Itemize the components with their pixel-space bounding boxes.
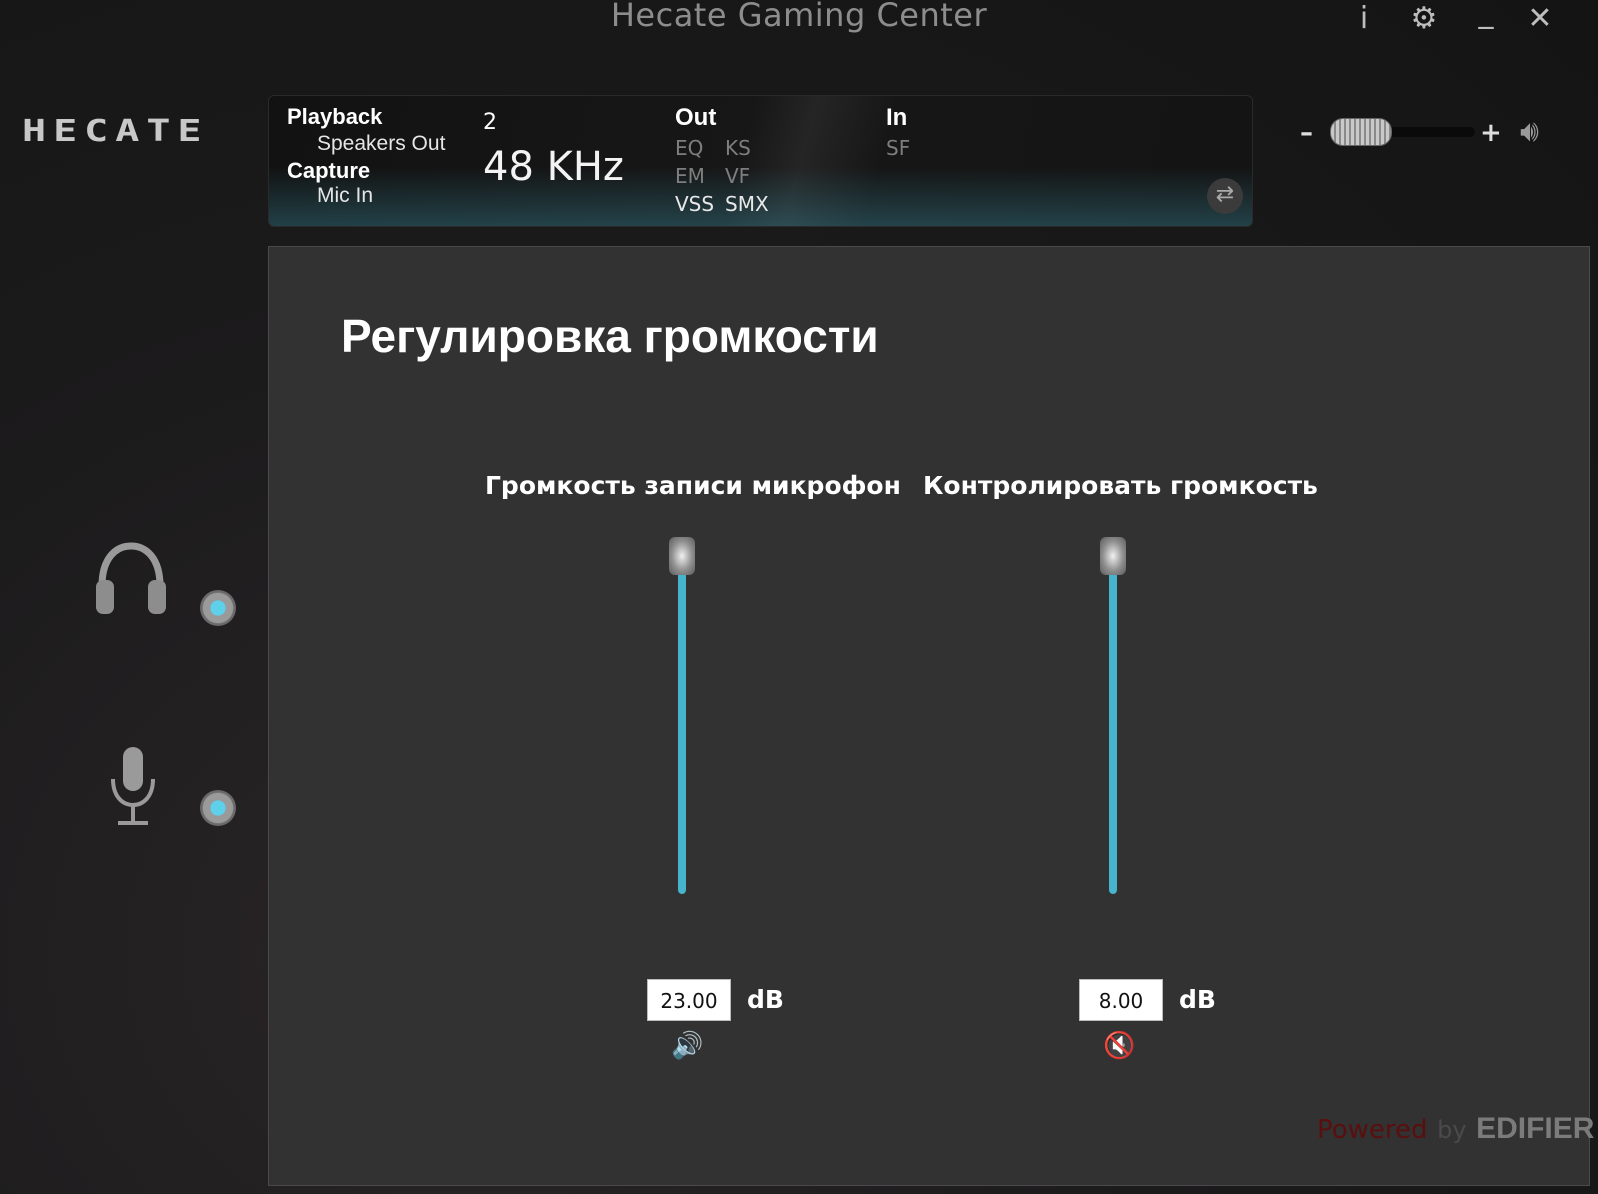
powered-text: Powered [1317, 1115, 1428, 1145]
swap-arrows-icon[interactable]: ⇄ [1207, 178, 1243, 214]
monitor-volume-label: Контролировать громкость [923, 471, 1318, 500]
out-effects-label: Out [675, 104, 717, 131]
monitor-volume-thumb[interactable] [1100, 537, 1126, 575]
monitor-volume-track[interactable] [1109, 539, 1117, 894]
edifier-logo: EDIFIER [1476, 1112, 1595, 1145]
minimize-button[interactable]: _ [1468, 0, 1504, 30]
device-info-panel: Playback Speakers Out Capture Mic In 2 4… [268, 95, 1253, 227]
effect-smx[interactable]: SMX [725, 192, 769, 216]
master-volume-thumb[interactable] [1330, 118, 1392, 146]
speaker-icon[interactable]: 🔊︎ [1520, 114, 1539, 149]
effect-vf[interactable]: VF [725, 164, 750, 188]
capture-label: Capture [287, 158, 371, 183]
info-button[interactable]: i [1346, 2, 1382, 36]
close-button[interactable]: ✕ [1522, 2, 1558, 36]
panel-title: Регулировка громкости [341, 310, 879, 362]
headphones-jack-indicator[interactable] [200, 590, 236, 626]
mic-recording-volume-thumb[interactable] [669, 537, 695, 575]
monitor-volume-input[interactable]: 8.00 [1079, 979, 1163, 1021]
in-effects-label: In [886, 104, 908, 131]
hecate-logo: HECATE [22, 113, 209, 149]
volume-control-panel: Регулировка громкости Громкость записи м… [268, 246, 1594, 1186]
sample-rate: 48 KHz [483, 144, 624, 190]
speaker-icon[interactable]: 🔊 [671, 1031, 703, 1061]
effect-em[interactable]: EM [675, 164, 705, 188]
by-text: by [1437, 1116, 1467, 1144]
volume-plus-icon[interactable]: + [1480, 118, 1502, 148]
mic-recording-volume-label: Громкость записи микрофон [485, 471, 901, 500]
db-unit-label: dB [1179, 985, 1216, 1014]
capture-device[interactable]: Mic In [317, 184, 373, 208]
playback-device[interactable]: Speakers Out [317, 132, 445, 156]
db-unit-label: dB [747, 985, 784, 1014]
effect-eq[interactable]: EQ [675, 136, 703, 160]
settings-button[interactable]: ⚙ [1406, 2, 1442, 36]
mic-recording-volume-input[interactable]: 23.00 [647, 979, 731, 1021]
volume-minus-icon[interactable]: – [1300, 118, 1313, 148]
mic-recording-volume-track[interactable] [678, 539, 686, 894]
effect-vss[interactable]: VSS [675, 192, 714, 216]
effect-ks[interactable]: KS [725, 136, 751, 160]
microphone-icon[interactable] [108, 745, 158, 831]
channel-count: 2 [483, 110, 497, 135]
playback-label: Playback [287, 104, 383, 129]
effect-sf[interactable]: SF [886, 136, 910, 160]
headphones-icon[interactable] [94, 540, 168, 622]
powered-by-edifier: Powered by EDIFIER [1317, 1111, 1594, 1146]
mute-icon[interactable]: 🔇 [1103, 1031, 1135, 1061]
microphone-jack-indicator[interactable] [200, 790, 236, 826]
